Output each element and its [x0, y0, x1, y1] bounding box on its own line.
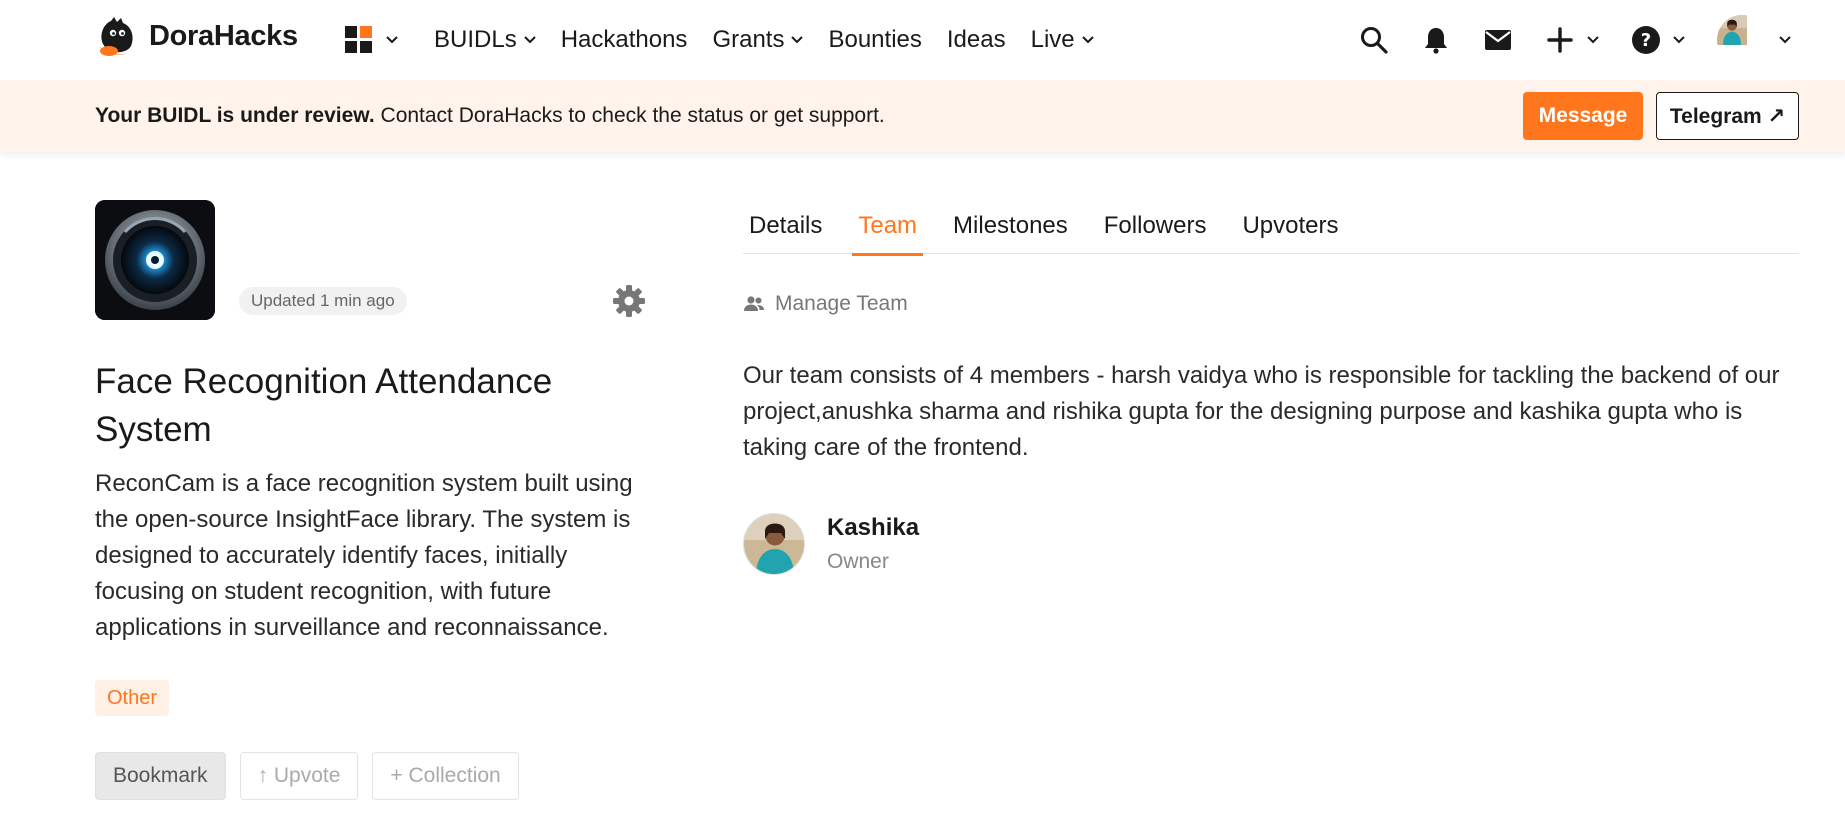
project-title: Face Recognition Attendance System — [95, 362, 553, 449]
nav-ideas[interactable]: Ideas — [947, 26, 1006, 54]
member-name: Kashika — [827, 514, 920, 541]
nav-hackathons[interactable]: Hackathons — [561, 26, 688, 54]
member-info: Kashika Owner — [827, 514, 919, 574]
manage-team-label: Manage Team — [775, 292, 908, 315]
category-tag[interactable]: Other — [95, 680, 170, 716]
chevron-down-icon — [1779, 36, 1791, 44]
chevron-down-icon — [523, 36, 536, 44]
search-icon — [1361, 27, 1388, 54]
gear-icon[interactable] — [612, 284, 646, 318]
plus-icon — [1547, 27, 1573, 53]
apps-menu[interactable] — [344, 25, 398, 55]
chevron-down-icon — [1587, 36, 1599, 44]
review-help-text: Contact DoraHacks to check the status or… — [374, 104, 885, 127]
user-menu[interactable] — [1717, 15, 1791, 65]
chevron-down-icon — [791, 36, 804, 44]
nav-bounties[interactable]: Bounties — [828, 26, 921, 54]
updated-badge: Updated 1 min ago — [239, 287, 407, 315]
svg-text:?: ? — [1641, 30, 1651, 51]
add-to-collection-button[interactable]: + Collection — [372, 752, 519, 800]
tab-team[interactable]: Team — [852, 212, 923, 256]
chevron-down-icon — [386, 36, 398, 44]
nav-buidls[interactable]: BUIDLs — [434, 26, 536, 54]
project-tabs: Details Team Milestones Followers Upvote… — [743, 212, 1799, 256]
project-actions: Bookmark ↑ Upvote + Collection — [95, 752, 519, 800]
upvote-button[interactable]: ↑ Upvote — [239, 752, 359, 800]
apps-grid-icon — [345, 26, 372, 53]
bell-icon — [1425, 28, 1447, 54]
project-logo — [95, 200, 215, 320]
dorahacks-logo[interactable]: DoraHacks — [95, 14, 298, 58]
tab-upvoters[interactable]: Upvoters — [1236, 212, 1344, 254]
nav-grants[interactable]: Grants — [712, 26, 804, 54]
project-description: ReconCam is a face recognition system bu… — [95, 470, 633, 641]
member-avatar — [743, 513, 805, 575]
messages-button[interactable] — [1483, 25, 1513, 55]
brand-name: DoraHacks — [149, 19, 298, 52]
user-avatar — [1717, 15, 1767, 65]
create-menu[interactable] — [1545, 25, 1599, 55]
tab-followers[interactable]: Followers — [1098, 212, 1213, 254]
tab-milestones[interactable]: Milestones — [947, 212, 1074, 254]
review-banner-text: Your BUIDL is under review. Contact Dora… — [95, 104, 885, 128]
notifications-button[interactable] — [1421, 25, 1451, 55]
tab-details[interactable]: Details — [743, 212, 828, 254]
telegram-button[interactable]: Telegram ↗ — [1656, 92, 1799, 140]
manage-team-link[interactable]: Manage Team — [743, 292, 908, 316]
review-status-text: Your BUIDL is under review. — [95, 104, 375, 127]
search-button[interactable] — [1359, 25, 1389, 55]
people-icon — [744, 296, 764, 311]
message-button[interactable]: Message — [1523, 92, 1643, 140]
top-navbar: DoraHacks BUIDLs Hackathons Grants Bount… — [0, 0, 1845, 80]
team-description: Our team consists of 4 members - harsh v… — [743, 362, 1780, 461]
review-banner: Your BUIDL is under review. Contact Dora… — [0, 80, 1845, 152]
help-menu[interactable]: ? — [1631, 25, 1685, 55]
nav-live[interactable]: Live — [1031, 26, 1094, 54]
team-member[interactable]: Kashika Owner — [743, 513, 919, 575]
chevron-down-icon — [1673, 36, 1685, 44]
chevron-down-icon — [1081, 36, 1094, 44]
dorahacks-logo-icon — [99, 17, 135, 56]
main-nav: BUIDLs Hackathons Grants Bounties Ideas … — [344, 20, 1119, 60]
bookmark-button[interactable]: Bookmark — [95, 752, 226, 800]
help-icon: ? — [1632, 26, 1660, 54]
member-role: Owner — [827, 550, 889, 573]
mail-icon — [1485, 30, 1511, 50]
nav-actions: ? — [1327, 12, 1791, 68]
